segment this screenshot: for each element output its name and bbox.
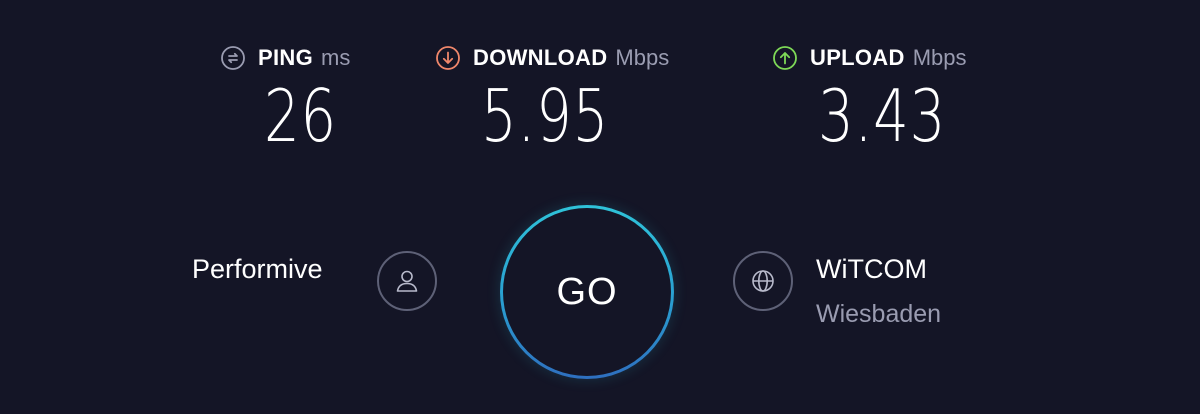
server-location: Wiesbaden (816, 300, 942, 328)
server-name[interactable]: WiTCOM (816, 254, 927, 285)
go-label: GO (556, 270, 618, 313)
download-unit: Mbps (615, 45, 670, 70)
upload-label: UPLOAD (810, 45, 905, 70)
ping-label: PING (258, 45, 313, 70)
globe-icon (752, 270, 774, 292)
upload-arrow-icon (772, 45, 798, 71)
ping-icon (220, 45, 246, 71)
speedtest-panel: PING ms 26 DOWNLOAD Mbps 5.95 UPLOAD Mbp… (0, 0, 1200, 414)
ping-value: 26 (264, 74, 338, 158)
download-value: 5.95 (481, 74, 610, 158)
ping-header: PING ms (220, 44, 350, 72)
ping-unit: ms (321, 45, 351, 70)
go-button[interactable]: GO (500, 205, 674, 379)
download-header: DOWNLOAD Mbps (435, 44, 669, 72)
download-metric: DOWNLOAD Mbps 5.95 (435, 44, 669, 152)
upload-header: UPLOAD Mbps (772, 44, 967, 72)
change-provider-button[interactable] (377, 251, 437, 311)
upload-value: 3.43 (818, 74, 947, 158)
change-server-button[interactable] (733, 251, 793, 311)
provider-name: Performive (192, 254, 323, 284)
upload-metric: UPLOAD Mbps 3.43 (772, 44, 967, 152)
download-arrow-icon (435, 45, 461, 71)
ping-metric: PING ms 26 (220, 44, 350, 152)
user-icon (396, 270, 418, 292)
upload-unit: Mbps (912, 45, 967, 70)
download-label: DOWNLOAD (473, 45, 608, 70)
